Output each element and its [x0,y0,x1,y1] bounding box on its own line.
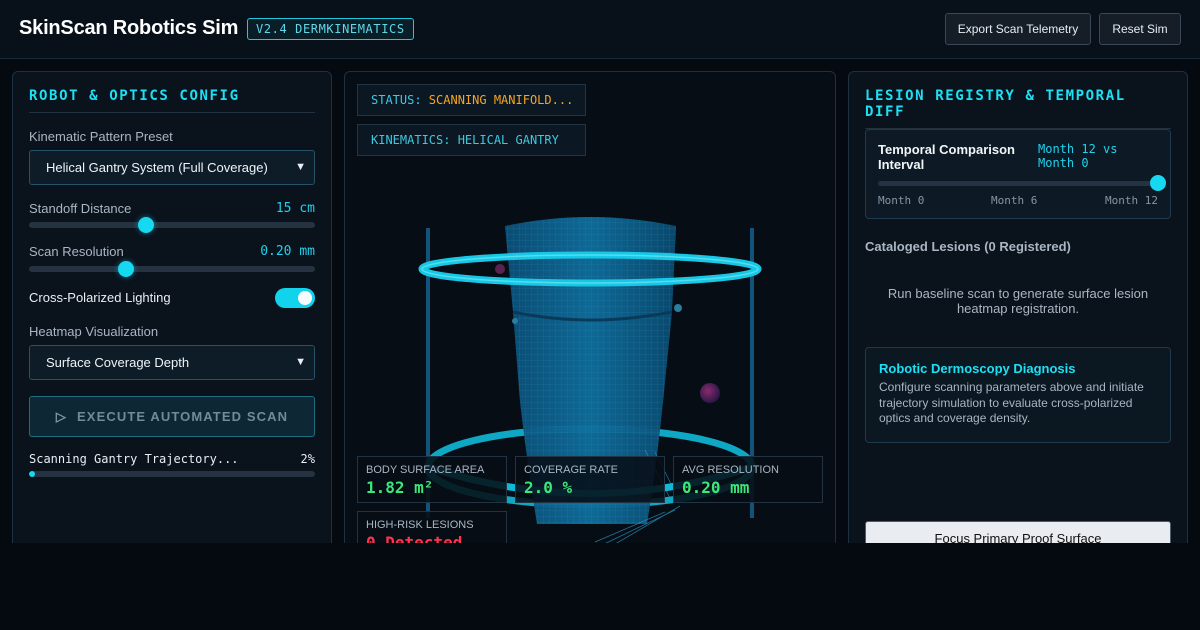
toggle-knob [298,291,312,305]
standoff-value: 15 cm [275,201,315,216]
export-telemetry-button[interactable]: Export Scan Telemetry [945,13,1091,45]
resolution-value: 0.20 mm [260,244,315,259]
scan-viewport-panel: STATUS: SCANNING MANIFOLD... KINEMATICS:… [344,71,836,561]
diagnosis-title: Robotic Dermoscopy Diagnosis [879,361,1076,376]
play-icon: ▷ [55,409,68,424]
lighting-label: Cross-Polarized Lighting [29,290,171,305]
temporal-slider-thumb[interactable] [1150,175,1166,191]
version-badge: V2.4 DERMKINEMATICS [247,18,414,40]
sensor-node [495,264,505,274]
chevron-down-icon: ▼ [295,356,306,368]
lesion-registry-panel: LESION REGISTRY & TEMPORAL DIFF Temporal… [848,71,1188,561]
metric-label: Avg Resolution [682,464,779,476]
pattern-label: Kinematic Pattern Preset [29,129,173,144]
heatmap-select-value: Surface Coverage Depth [46,355,190,370]
metric-value: 1.82 m² [366,478,434,497]
temporal-slider[interactable] [878,175,1166,191]
progress-label: Scanning Gantry Trajectory... [29,452,239,466]
metric-label: Coverage Rate [524,464,618,476]
sensor-node [674,304,682,312]
reset-sim-button[interactable]: Reset Sim [1099,13,1181,45]
metric-label: Body Surface Area [366,464,485,476]
tick-month-12: Month 12 [1105,194,1158,207]
status-value: SCANNING MANIFOLD... [428,93,574,107]
cross-polarized-toggle[interactable] [275,288,315,308]
standoff-label: Standoff Distance [29,201,132,216]
panel-title-config: ROBOT & OPTICS CONFIG [29,88,315,113]
standoff-slider[interactable] [29,217,315,233]
heatmap-select[interactable]: Surface Coverage Depth ▼ [29,345,315,380]
robot-optics-config-panel: ROBOT & OPTICS CONFIG Kinematic Pattern … [12,71,332,561]
status-indicator: STATUS: SCANNING MANIFOLD... [357,84,586,116]
lesions-empty-message: Run baseline scan to generate surface le… [887,286,1149,316]
temporal-value: Month 12 vs Month 0 [1038,142,1118,170]
metric-body-surface-area: Body Surface Area 1.82 m² [357,456,507,503]
progress-bar-fill [29,471,35,477]
panel-title-registry: LESION REGISTRY & TEMPORAL DIFF [865,88,1171,129]
diagnosis-card: Robotic Dermoscopy Diagnosis Configure s… [865,347,1171,443]
resolution-slider-thumb[interactable] [118,261,135,277]
chevron-down-icon: ▼ [295,161,306,173]
app-header: SkinScan Robotics Sim V2.4 DERMKINEMATIC… [0,0,1200,59]
resolution-slider[interactable] [29,261,315,277]
diagnosis-text: Configure scanning parameters above and … [879,380,1144,425]
progress-value: 2% [300,452,315,466]
scan-head-orb [700,383,720,403]
metric-label: High-Risk Lesions [366,519,474,531]
temporal-title: Temporal Comparison Interval [878,142,1016,172]
status-prefix: STATUS: [371,93,429,107]
metric-coverage-rate: Coverage Rate 2.0 % [515,456,665,503]
resolution-label: Scan Resolution [29,244,124,259]
pattern-select[interactable]: Helical Gantry System (Full Coverage) ▼ [29,150,315,185]
tick-month-0: Month 0 [878,194,925,207]
standoff-slider-thumb[interactable] [138,217,155,233]
progress-bar [29,471,315,477]
heatmap-label: Heatmap Visualization [29,324,159,339]
metric-value: 0.20 mm [682,478,750,497]
tick-month-6: Month 6 [991,194,1038,207]
metric-avg-resolution: Avg Resolution 0.20 mm [673,456,823,503]
metric-value: 2.0 % [524,478,573,497]
app-title: SkinScan Robotics Sim [19,17,239,39]
cataloged-lesions-title: Cataloged Lesions (0 Registered) [865,239,1071,254]
page-bottom-area [0,543,1200,630]
temporal-comparison-card: Temporal Comparison Interval Month 12 vs… [865,129,1171,219]
pattern-select-value: Helical Gantry System (Full Coverage) [46,160,268,175]
kinematics-indicator: KINEMATICS: HELICAL GANTRY [357,124,586,156]
execute-scan-label: EXECUTE AUTOMATED SCAN [77,409,289,424]
execute-scan-button[interactable]: ▷ EXECUTE AUTOMATED SCAN [29,396,315,437]
sensor-node [512,318,518,324]
